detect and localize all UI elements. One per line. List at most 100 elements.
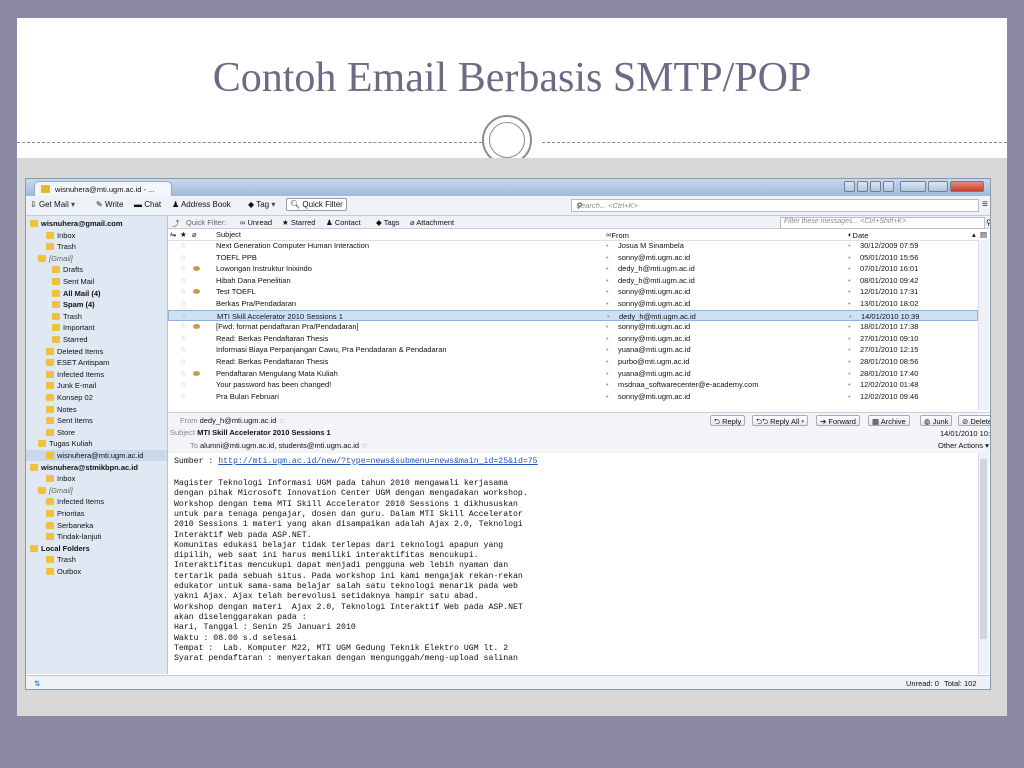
folder-item[interactable]: Inbox [26,473,167,484]
folder-item[interactable]: Tugas Kuliah [26,438,167,449]
reply-all-button[interactable]: ⮌⮌ Reply All ▾ [752,415,809,426]
junk-status-icon[interactable]: • [848,286,851,298]
close-button[interactable] [950,181,984,192]
folder-item[interactable]: [Gmail] [26,253,167,264]
folder-item[interactable]: Infected Items [26,496,167,507]
junk-status-icon[interactable]: • [848,321,851,333]
message-row[interactable]: ☆ Berkas Pra/Pendadaran • sonny@mti.ugm.ac.… [168,298,978,310]
folder-item[interactable]: Drafts [26,264,167,275]
column-picker-icon[interactable]: ▤ [980,230,987,239]
junk-status-icon[interactable]: • [848,240,851,252]
folder-item[interactable]: Outbox [26,566,167,577]
get-mail-button[interactable]: ⇩ Get Mail ▾ [30,200,75,209]
read-status-icon[interactable]: • [606,275,609,287]
message-body-scrollbar[interactable] [978,453,989,674]
tool-icon[interactable] [883,181,894,192]
folder-item[interactable]: Store [26,427,167,438]
message-row[interactable]: ☆ [Fwd: format pendaftaran Pra/Pendadaran… [168,321,978,333]
sort-up-icon[interactable]: ▴ [972,230,976,239]
junk-status-icon[interactable]: • [848,391,851,403]
folder-item[interactable]: Sent Items [26,415,167,426]
tool-icon[interactable] [844,181,855,192]
star-icon[interactable]: ☆ [180,286,187,298]
folder-item[interactable]: Notes [26,404,167,415]
junk-status-icon[interactable]: • [848,368,851,380]
write-button[interactable]: ✎ Write [96,200,123,209]
junk-status-icon[interactable]: • [848,252,851,264]
search-icon[interactable]: ⚲ [986,218,990,227]
message-list-scrollbar[interactable] [978,240,989,410]
folder-item[interactable]: Trash [26,554,167,565]
tag-button[interactable]: ◆ Tag ▾ [248,200,275,209]
attachment-column-icon[interactable]: ⌀ [192,230,197,239]
filter-messages-input[interactable]: Filter these messages... <Ctrl+Shift+K> [780,217,985,229]
quick-filter-button[interactable]: 🔍︎ Quick Filter [286,198,347,211]
folder-item[interactable]: Spam (4) [26,299,167,310]
online-status-icon[interactable]: ⇅ [34,679,40,688]
read-status-icon[interactable]: • [606,263,609,275]
read-status-icon[interactable]: • [606,391,609,403]
read-status-icon[interactable]: • [606,252,609,264]
pin-icon[interactable]: ⤴ [172,218,180,229]
folder-item[interactable]: Deleted Items [26,346,167,357]
folder-item[interactable]: Local Folders [26,543,167,554]
junk-button[interactable]: ◍ Junk [920,415,953,426]
star-icon[interactable]: ☆ [180,344,187,356]
star-icon[interactable]: ☆ [361,441,368,450]
thread-column-icon[interactable]: ⇋ [170,230,176,239]
folder-item[interactable]: Starred [26,334,167,345]
folder-item[interactable]: Serbaneka [26,520,167,531]
folder-item[interactable]: Prioritas [26,508,167,519]
column-date[interactable]: ◐ Date [848,230,868,240]
reply-button[interactable]: ⮌ Reply [710,415,746,426]
message-row[interactable]: ☆ Test TOEFL • sonny@mti.ugm.ac.id • 12/01/20… [168,286,978,298]
other-actions-button[interactable]: Other Actions ▾ [938,441,989,450]
message-row[interactable]: ☆ Hibah Dana Penelitian • dedy_h@mti.ugm.ac… [168,275,978,287]
read-status-icon[interactable]: • [606,321,609,333]
junk-status-icon[interactable]: • [848,263,851,275]
folder-item[interactable]: Tindak-lanjuti [26,531,167,542]
folder-item[interactable]: [Gmail] [26,485,167,496]
read-status-icon[interactable]: • [606,286,609,298]
folder-item[interactable]: Trash [26,311,167,322]
tool-icon[interactable] [857,181,868,192]
star-icon[interactable]: ☆ [180,240,187,252]
star-icon[interactable]: ☆ [180,252,187,264]
forward-button[interactable]: ➔ Forward [816,415,860,426]
menu-icon[interactable]: ≡ [982,199,988,210]
filter-contact[interactable]: ♟ Contact [326,218,361,227]
folder-item[interactable]: Infected Items [26,369,167,380]
read-status-icon[interactable]: • [606,356,609,368]
junk-status-icon[interactable]: • [848,344,851,356]
junk-status-icon[interactable]: • [848,298,851,310]
archive-button[interactable]: ▦ Archive [868,415,910,426]
junk-status-icon[interactable]: • [848,379,851,391]
folder-item[interactable]: Junk E-mail [26,380,167,391]
folder-item[interactable]: Konsep 02 [26,392,167,403]
read-status-icon[interactable]: • [606,333,609,345]
message-row[interactable]: ☆ Read: Berkas Pendaftaran Thesis • purbo@m… [168,356,978,368]
message-row[interactable]: ☆ TOEFL PPB • sonny@mti.ugm.ac.id • 05/01/201… [168,252,978,264]
dropdown-icon[interactable]: ▾ [71,200,75,209]
folder-item[interactable]: wisnuhera@mti.ugm.ac.id [26,450,167,461]
star-icon[interactable]: ☆ [180,356,187,368]
filter-unread[interactable]: ∞ Unread [240,218,272,227]
account-tab[interactable]: wisnuhera@mti.ugm.ac.id - ... [34,181,172,196]
star-icon[interactable]: ☆ [180,333,187,345]
star-icon[interactable]: ☆ [180,379,187,391]
junk-status-icon[interactable]: • [848,333,851,345]
filter-attachment[interactable]: ⌀ Attachment [410,218,454,227]
read-status-icon[interactable]: • [606,368,609,380]
maximize-button[interactable] [928,181,948,192]
message-row[interactable]: ☆ Read: Berkas Pendaftaran Thesis • sonny@m… [168,333,978,345]
filter-tags[interactable]: ◆ Tags [376,218,400,227]
filter-starred[interactable]: ★ Starred [282,218,315,227]
folder-item[interactable]: ESET Antispam [26,357,167,368]
star-icon[interactable]: ☆ [180,368,187,380]
folder-item[interactable]: Important [26,322,167,333]
star-icon[interactable]: ☆ [180,321,187,333]
read-status-icon[interactable]: • [606,240,609,252]
message-row[interactable]: ☆ Lowongan Instruktur Inixindo • dedy_h@mti… [168,263,978,275]
delete-button[interactable]: ⊘ Delete [958,415,990,426]
folder-item[interactable]: Inbox [26,230,167,241]
